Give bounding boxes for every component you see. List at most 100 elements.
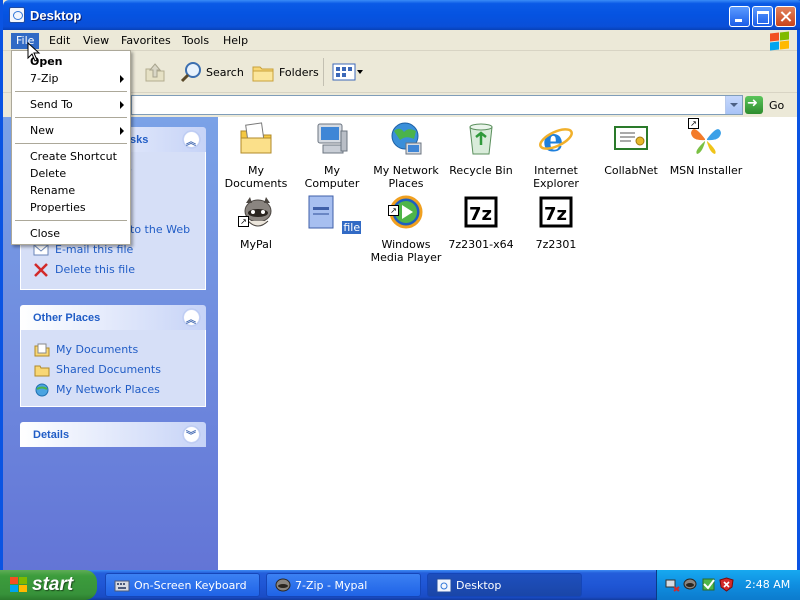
place-my-documents[interactable]: My Documents xyxy=(21,340,205,360)
window-app-icon[interactable] xyxy=(9,7,25,23)
delete-icon xyxy=(34,263,48,277)
submenu-arrow-icon xyxy=(120,101,124,109)
icon-label: MyPal xyxy=(240,238,272,251)
menu-delete[interactable]: Delete xyxy=(14,165,128,182)
expand-icon[interactable] xyxy=(183,426,200,443)
shared-folder-icon xyxy=(34,365,50,377)
security-tray-icon[interactable] xyxy=(701,577,716,592)
clock[interactable]: 2:48 AM xyxy=(745,578,790,591)
desktop-folder-view: My Documents My Computer My Network Plac… xyxy=(218,117,797,570)
collapse-icon[interactable] xyxy=(183,309,200,326)
system-tray: 2:48 AM xyxy=(656,570,800,600)
certificate-icon xyxy=(614,126,648,150)
taskbar-button-onscreen-keyboard[interactable]: On-Screen Keyboard xyxy=(105,573,260,597)
collapse-icon[interactable] xyxy=(183,131,200,148)
folders-icon[interactable] xyxy=(251,60,275,84)
submenu-arrow-icon xyxy=(120,75,124,83)
menu-separator xyxy=(15,117,127,118)
desktop-item-my-computer[interactable]: My Computer xyxy=(294,121,370,190)
menu-separator xyxy=(15,143,127,144)
desktop-item-my-documents[interactable]: My Documents xyxy=(218,121,294,190)
start-button[interactable]: start xyxy=(0,570,97,600)
menu-properties[interactable]: Properties xyxy=(14,199,128,216)
address-dropdown-icon[interactable] xyxy=(725,96,742,114)
menu-separator xyxy=(15,220,127,221)
other-places-header[interactable]: Other Places xyxy=(20,305,206,330)
menu-7zip-label: 7-Zip xyxy=(30,72,59,85)
shield-alert-icon[interactable] xyxy=(719,577,734,592)
menu-send-to-label: Send To xyxy=(30,98,73,111)
go-arrow-icon xyxy=(745,96,763,114)
search-icon[interactable] xyxy=(179,60,203,84)
menu-edit[interactable]: Edit xyxy=(44,33,75,49)
menu-7zip[interactable]: 7-Zip xyxy=(14,70,128,87)
details-header[interactable]: Details xyxy=(20,422,206,447)
desktop-item-mypal[interactable]: ↗ MyPal xyxy=(218,195,294,251)
go-label: Go xyxy=(769,99,785,112)
other-places-body: My Documents Shared Documents My Network… xyxy=(20,330,206,407)
place-label: My Network Places xyxy=(56,383,160,396)
menu-new-label: New xyxy=(30,124,54,137)
svg-text:7z: 7z xyxy=(544,204,567,225)
task-delete-file[interactable]: Delete this file xyxy=(20,260,135,280)
task-publish-web[interactable]: to the Web xyxy=(130,223,190,236)
details-panel: Details xyxy=(20,422,206,447)
mouse-cursor-icon xyxy=(27,42,41,62)
views-icon[interactable] xyxy=(332,62,364,82)
desktop-item-msn-installer[interactable]: ↗ MSN Installer xyxy=(668,118,744,177)
go-button[interactable]: Go xyxy=(745,95,793,115)
desktop-item-internet-explorer[interactable]: e Internet Explorer xyxy=(518,121,594,190)
internet-explorer-icon: e xyxy=(539,121,573,159)
desktop-item-collabnet[interactable]: CollabNet xyxy=(593,121,669,177)
keyboard-icon xyxy=(114,580,130,592)
folders-button-label[interactable]: Folders xyxy=(279,66,319,79)
desktop-item-7z2301-x64[interactable]: 7z 7z2301-x64 xyxy=(443,195,519,251)
menu-help[interactable]: Help xyxy=(218,33,253,49)
my-documents-icon xyxy=(34,343,50,357)
file-icon xyxy=(308,195,334,229)
network-places-icon xyxy=(391,122,422,155)
address-input[interactable] xyxy=(131,95,743,115)
desktop-item-recycle-bin[interactable]: Recycle Bin xyxy=(443,121,519,177)
desktop-item-7z2301[interactable]: 7z 7z2301 xyxy=(518,195,594,251)
icon-label: My Network Places xyxy=(373,164,439,190)
place-shared-documents[interactable]: Shared Documents xyxy=(21,360,205,380)
menu-new[interactable]: New xyxy=(14,122,128,139)
other-places-title: Other Places xyxy=(33,312,101,324)
explorer-window: Desktop File Edit View Favorites Tools H… xyxy=(0,0,800,570)
menu-close[interactable]: Close xyxy=(14,225,128,242)
up-folder-icon[interactable] xyxy=(143,60,167,84)
raccoon-tray-icon[interactable] xyxy=(683,577,698,592)
desktop-item-my-network-places[interactable]: My Network Places xyxy=(368,121,444,190)
menu-bar: File Edit View Favorites Tools Help xyxy=(3,30,797,51)
search-button-label[interactable]: Search xyxy=(206,66,244,79)
maximize-button[interactable] xyxy=(752,6,773,27)
title-bar[interactable]: Desktop xyxy=(3,0,800,30)
desktop-item-windows-media-player[interactable]: ↗ Windows Media Player xyxy=(368,195,444,264)
menu-view[interactable]: View xyxy=(78,33,114,49)
icon-label: 7z2301 xyxy=(535,238,577,251)
network-tray-icon[interactable] xyxy=(665,577,680,592)
minimize-button[interactable] xyxy=(729,6,750,27)
icon-label: My Documents xyxy=(224,164,288,190)
desktop-item-file[interactable]: file xyxy=(294,195,370,234)
taskbar-button-desktop[interactable]: Desktop xyxy=(427,573,582,597)
menu-separator xyxy=(15,91,127,92)
windows-flag-icon xyxy=(10,577,28,593)
recycle-bin-icon xyxy=(469,123,493,155)
taskbar-button-label: Desktop xyxy=(456,579,502,592)
taskbar-button-7zip-mypal[interactable]: 7-Zip - Mypal xyxy=(266,573,421,597)
menu-tools[interactable]: Tools xyxy=(177,33,214,49)
svg-text:e: e xyxy=(543,121,563,157)
mypal-raccoon-icon xyxy=(275,578,291,592)
svg-text:7z: 7z xyxy=(469,204,492,225)
menu-create-shortcut[interactable]: Create Shortcut xyxy=(14,148,128,165)
submenu-arrow-icon xyxy=(120,127,124,135)
7zip-icon: 7z xyxy=(464,196,498,228)
menu-rename[interactable]: Rename xyxy=(14,182,128,199)
menu-favorites[interactable]: Favorites xyxy=(116,33,176,49)
menu-send-to[interactable]: Send To xyxy=(14,96,128,113)
place-my-network-places[interactable]: My Network Places xyxy=(21,380,205,400)
close-button[interactable] xyxy=(775,6,796,27)
file-menu-dropdown: Open 7-Zip Send To New Create Shortcut D… xyxy=(11,50,131,245)
